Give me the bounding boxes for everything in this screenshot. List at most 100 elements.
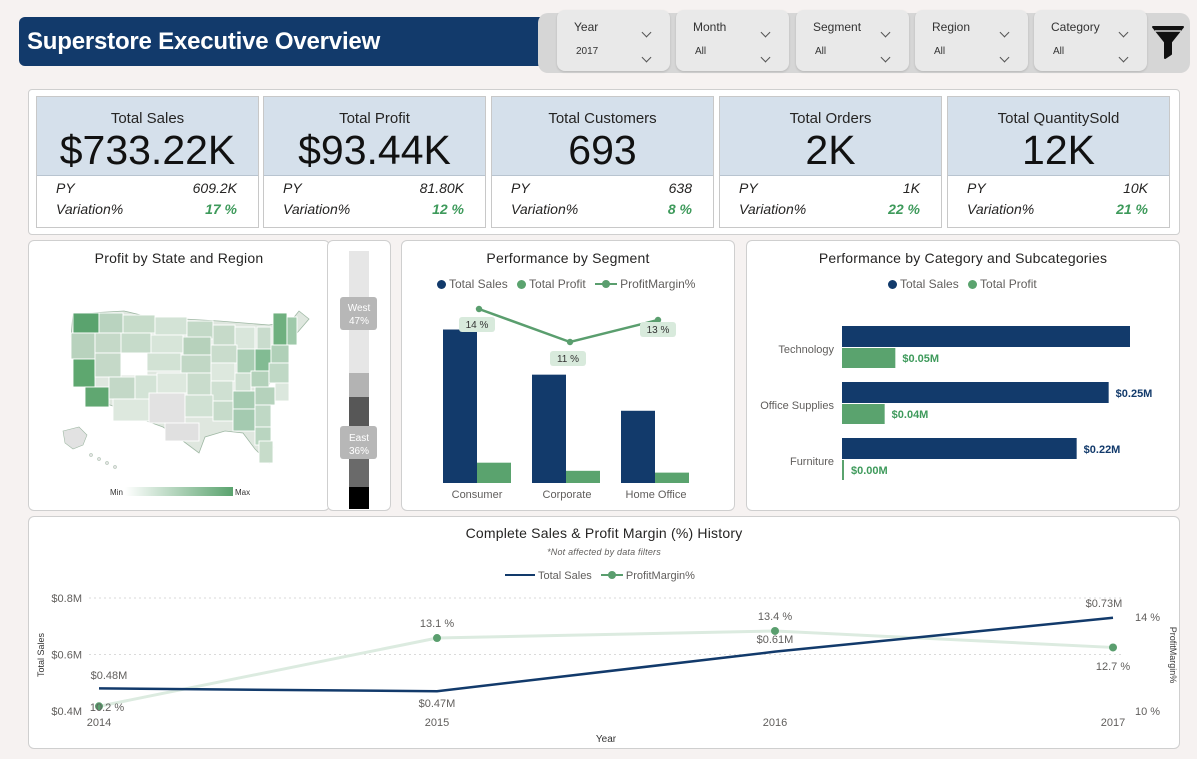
slicer-value[interactable]: All: [815, 46, 826, 57]
slicer-year[interactable]: Year 2017: [557, 10, 670, 71]
state-shape[interactable]: [182, 336, 212, 356]
bar-total-profit[interactable]: [566, 470, 600, 483]
history-chart[interactable]: $0.4M $0.6M $0.8M 10 % 14 % Total Sales Profit…: [29, 517, 1181, 750]
chevron-down-icon[interactable]: [1118, 27, 1129, 38]
state-shape[interactable]: [97, 457, 101, 461]
bar-total-sales[interactable]: [621, 410, 655, 483]
state-shape[interactable]: [254, 386, 276, 406]
kpi-card: Total Sales $733.22K PY 609.2K Variation% 17 …: [36, 96, 259, 228]
state-shape[interactable]: [212, 324, 236, 346]
state-shape[interactable]: [108, 376, 136, 400]
state-shape[interactable]: [62, 426, 88, 450]
state-shape[interactable]: [232, 408, 256, 432]
funnel-icon[interactable]: [1150, 22, 1186, 62]
region-bar[interactable]: West 47% East 36%: [328, 241, 392, 512]
state-shape[interactable]: [286, 316, 298, 346]
state-shape[interactable]: [146, 352, 182, 372]
profit-margin-point[interactable]: [433, 634, 441, 643]
slicer-category[interactable]: Category All: [1034, 10, 1147, 71]
bar-total-sales[interactable]: [842, 438, 1077, 459]
state-shape[interactable]: [164, 422, 200, 442]
state-shape[interactable]: [234, 372, 252, 392]
state-shape[interactable]: [186, 320, 214, 340]
state-shape[interactable]: [270, 344, 290, 364]
state-shape[interactable]: [112, 398, 150, 422]
profit-margin-line[interactable]: [98, 629, 1114, 708]
kpi-header: Total Customers 693: [492, 97, 713, 176]
slicer-value[interactable]: All: [1053, 46, 1064, 57]
bar-total-profit[interactable]: [842, 460, 844, 480]
chevron-down-icon[interactable]: [760, 27, 771, 38]
category-chart[interactable]: Technology $0.05M Office Supplies $0.25M $0.…: [747, 241, 1181, 512]
profit-margin-point[interactable]: [1109, 643, 1117, 652]
state-shape[interactable]: [180, 354, 212, 374]
state-shape[interactable]: [210, 380, 234, 402]
slicer-value[interactable]: All: [934, 46, 945, 57]
state-shape[interactable]: [120, 352, 148, 376]
state-shape[interactable]: [94, 332, 122, 354]
slicer-region[interactable]: Region All: [915, 10, 1028, 71]
us-state-map[interactable]: Min Max: [29, 241, 331, 512]
state-shape[interactable]: [70, 332, 96, 360]
bar-total-profit[interactable]: [842, 348, 896, 368]
state-shape[interactable]: [254, 404, 272, 428]
state-shape[interactable]: [156, 372, 188, 394]
chevron-down-icon[interactable]: [641, 27, 652, 38]
bar-total-sales[interactable]: [842, 382, 1109, 403]
state-shape[interactable]: [272, 312, 288, 346]
slicer-value[interactable]: 2017: [576, 46, 598, 57]
profit-margin-point[interactable]: [475, 305, 483, 313]
bar-total-profit[interactable]: [842, 404, 885, 424]
state-shape[interactable]: [72, 312, 100, 334]
state-shape[interactable]: [258, 440, 274, 464]
x-tick-label: 2014: [87, 717, 111, 729]
slicer-segment[interactable]: Segment All: [796, 10, 909, 71]
chevron-down-icon[interactable]: [999, 27, 1010, 38]
state-shape[interactable]: [150, 334, 184, 354]
bar-total-profit[interactable]: [655, 472, 689, 483]
state-shape[interactable]: [210, 344, 238, 364]
state-shape[interactable]: [184, 394, 214, 418]
bar-total-profit[interactable]: [477, 462, 511, 483]
bar-total-sales[interactable]: [842, 326, 1130, 347]
state-shape[interactable]: [98, 312, 124, 334]
state-shape[interactable]: [154, 316, 188, 336]
state-shape[interactable]: [72, 358, 96, 388]
chevron-down-icon[interactable]: [641, 52, 652, 63]
state-shape[interactable]: [250, 370, 270, 388]
y2-tick-label: 10 %: [1135, 706, 1160, 718]
profit-margin-point[interactable]: [566, 338, 574, 346]
state-shape[interactable]: [236, 348, 256, 374]
chevron-down-icon[interactable]: [880, 52, 891, 63]
x-tick-label: 2017: [1101, 717, 1125, 729]
kpi-variation-value: 12 %: [432, 201, 464, 217]
chevron-down-icon[interactable]: [880, 27, 891, 38]
state-shape[interactable]: [84, 386, 110, 408]
y-tick-label: $0.8M: [51, 593, 82, 605]
chevron-down-icon[interactable]: [999, 52, 1010, 63]
state-shape[interactable]: [148, 392, 186, 424]
bar-total-sales[interactable]: [532, 374, 566, 483]
state-shape[interactable]: [186, 372, 212, 396]
segment-chart[interactable]: Consumer Corporate Home Office 14 % 11 % 13 %: [402, 241, 736, 512]
kpi-card: Total QuantitySold 12K PY 10K Variation% 21 %: [947, 96, 1170, 228]
state-shape[interactable]: [268, 362, 290, 384]
chevron-down-icon[interactable]: [760, 52, 771, 63]
state-shape[interactable]: [234, 326, 256, 350]
bar-total-sales[interactable]: [443, 329, 477, 483]
state-shape[interactable]: [274, 382, 290, 402]
state-shape[interactable]: [210, 362, 236, 382]
y2-tick-label: 14 %: [1135, 612, 1160, 624]
state-shape[interactable]: [122, 314, 156, 334]
state-shape[interactable]: [120, 332, 152, 354]
state-shape[interactable]: [212, 400, 234, 422]
slicer-month[interactable]: Month All: [676, 10, 789, 71]
state-shape[interactable]: [113, 465, 117, 469]
slicer-value[interactable]: All: [695, 46, 706, 57]
state-shape[interactable]: [94, 352, 122, 378]
state-shape[interactable]: [232, 390, 256, 410]
profit-margin-line[interactable]: [478, 307, 659, 344]
chevron-down-icon[interactable]: [1118, 52, 1129, 63]
state-shape[interactable]: [105, 461, 109, 465]
state-shape[interactable]: [89, 453, 93, 457]
